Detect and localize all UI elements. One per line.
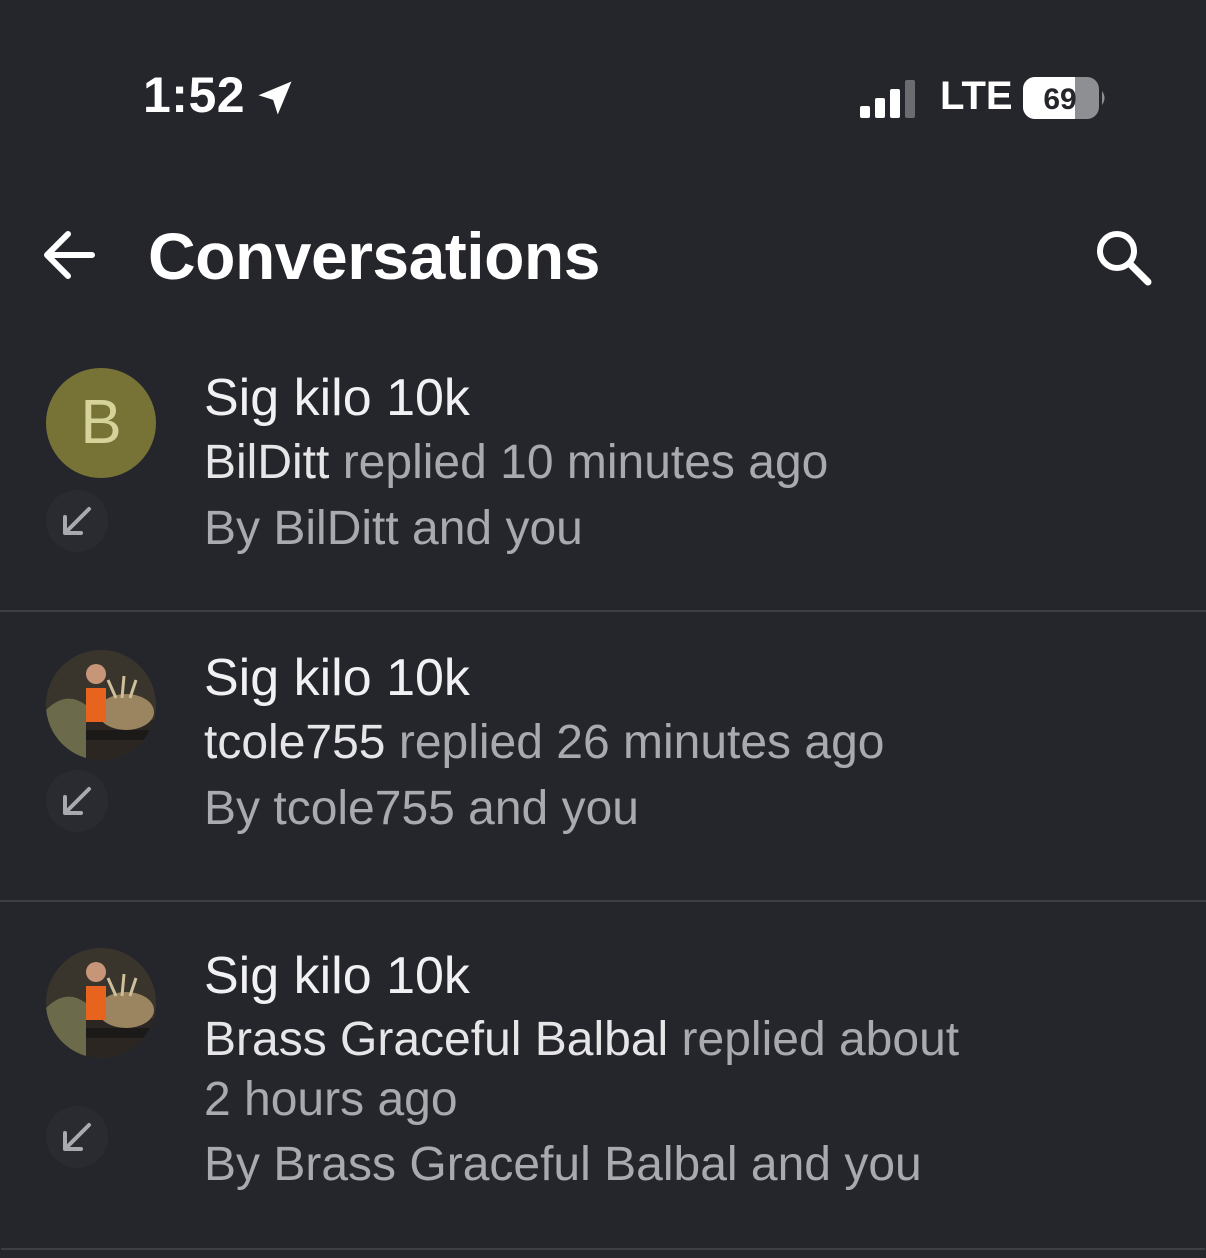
page-title: Conversations <box>148 219 600 293</box>
replier-name[interactable]: tcole755 <box>204 716 385 769</box>
avatar <box>46 650 156 760</box>
cellular-signal-icon <box>860 80 915 118</box>
reply-arrow-icon <box>46 490 108 552</box>
back-arrow-icon[interactable] <box>36 222 102 288</box>
conversations-screen: 1:52 LTE 69 Conversations B Sig kilo 10k… <box>0 0 1206 1258</box>
conversation-reply-line: tcole755 replied 26 minutes ago <box>204 712 1164 774</box>
battery-level: 69 <box>1043 83 1076 116</box>
conversation-participants: By tcole755 and you <box>204 782 639 835</box>
conversation-list: B Sig kilo 10k BilDitt replied 10 minute… <box>0 330 1206 1250</box>
conversation-item[interactable]: Sig kilo 10k Brass Graceful Balbal repli… <box>0 902 1206 1250</box>
avatar: B <box>46 368 156 478</box>
replier-name[interactable]: Brass Graceful Balbal <box>204 1013 668 1066</box>
conversation-reply-line: Brass Graceful Balbal replied about 2 ho… <box>204 1010 964 1130</box>
avatar <box>46 948 156 1058</box>
reply-time: replied 10 minutes ago <box>342 436 829 489</box>
conversation-item[interactable]: B Sig kilo 10k BilDitt replied 10 minute… <box>0 330 1206 612</box>
reply-arrow-icon <box>46 1106 108 1168</box>
conversation-title[interactable]: Sig kilo 10k <box>204 366 1164 430</box>
location-arrow-icon <box>258 81 292 115</box>
replier-name[interactable]: BilDitt <box>204 436 329 489</box>
conversation-item[interactable]: Sig kilo 10k tcole755 replied 26 minutes… <box>0 612 1206 902</box>
search-icon[interactable] <box>1088 222 1158 292</box>
conversation-title[interactable]: Sig kilo 10k <box>204 944 964 1008</box>
conversation-text: Sig kilo 10k tcole755 replied 26 minutes… <box>204 646 1164 840</box>
conversation-title[interactable]: Sig kilo 10k <box>204 646 1164 710</box>
reply-arrow-icon <box>46 770 108 832</box>
conversation-participants: By BilDitt and you <box>204 502 583 555</box>
conversation-participants: By Brass Graceful Balbal and you <box>204 1138 922 1191</box>
network-type: LTE <box>940 74 1013 118</box>
conversation-text: Sig kilo 10k Brass Graceful Balbal repli… <box>204 944 964 1196</box>
battery-icon: 69 <box>1023 77 1105 119</box>
conversation-text: Sig kilo 10k BilDitt replied 10 minutes … <box>204 366 1164 560</box>
status-time: 1:52 <box>143 67 246 123</box>
conversation-reply-line: BilDitt replied 10 minutes ago <box>204 432 1164 494</box>
reply-time: replied 26 minutes ago <box>398 716 885 769</box>
